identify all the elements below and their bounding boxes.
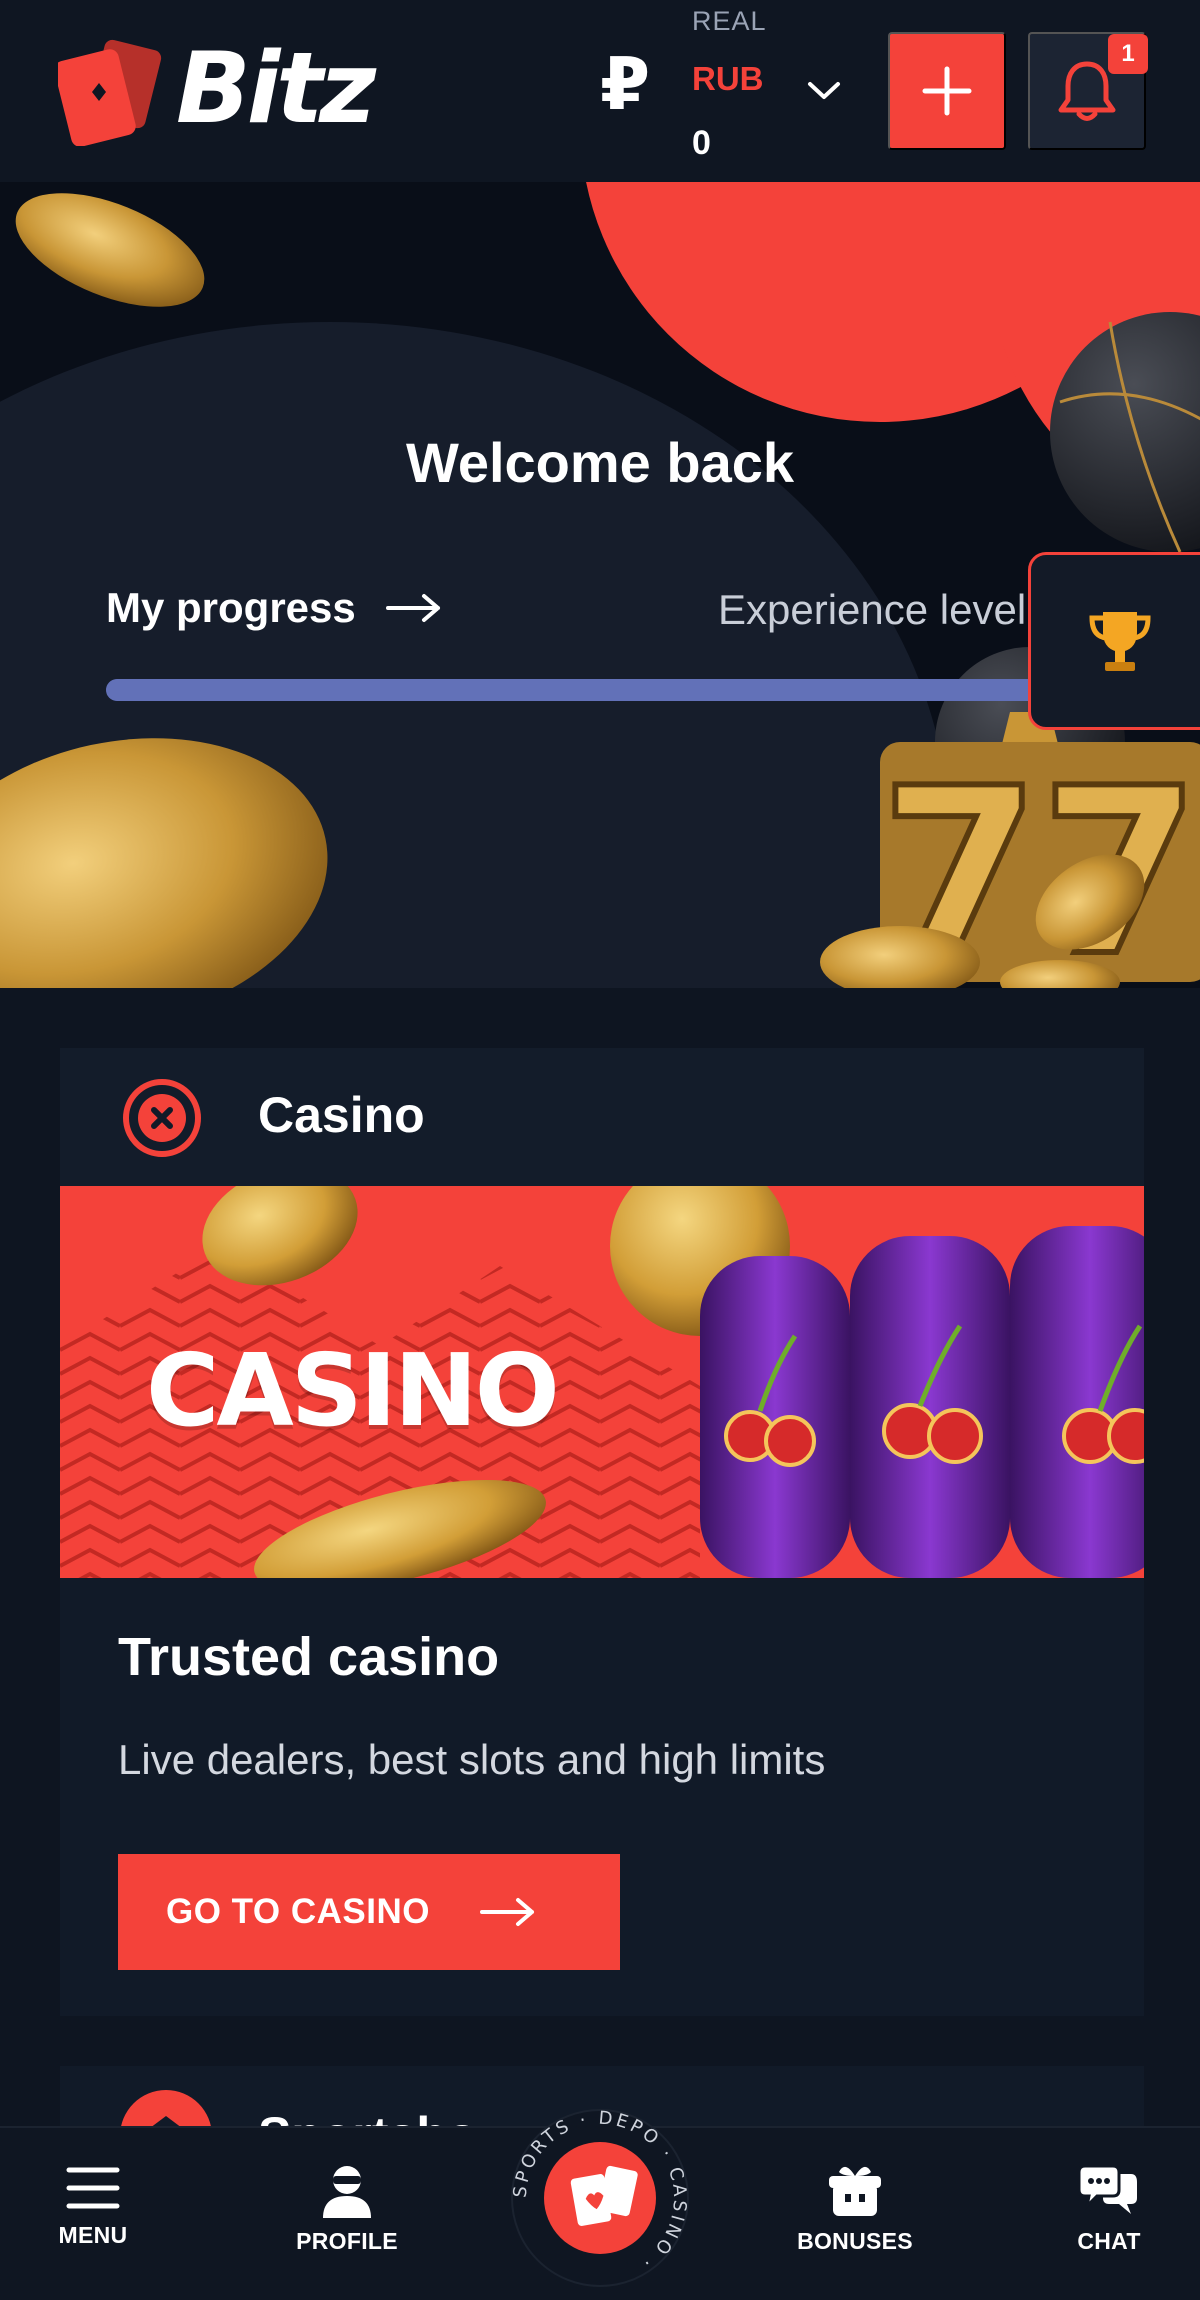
casino-card-description: Live dealers, best slots and high limits [118,1736,826,1783]
plus-icon [922,66,972,116]
casino-banner-word: CASINO [146,1332,560,1449]
nav-bonuses-label: BONUSES [797,2228,913,2254]
go-to-casino-button[interactable]: GO TO CASINO [118,1854,620,1970]
chat-icon [1079,2164,1137,2214]
logo-wordmark: Bitz [176,32,376,146]
deposit-button[interactable] [888,32,1006,150]
my-progress-label: My progress [106,584,356,631]
my-progress-link[interactable]: My progress [106,584,442,632]
bitz-logo[interactable]: Bitz [54,32,428,147]
progress-bar-fill [106,679,1056,701]
casino-chip-icon [123,1079,201,1157]
top-header: Bitz ₽ REAL RUB 0 1 [0,0,1200,182]
nav-chat-label: CHAT [1077,2228,1141,2254]
nav-profile-label: PROFILE [296,2228,398,2254]
arrow-right-icon [385,594,440,622]
go-to-casino-label: GO TO CASINO [166,1892,430,1931]
gift-icon [829,2166,881,2216]
welcome-hero: 77 Welcome back My progress Experience l… [0,182,1200,988]
trophy-icon [1089,612,1151,671]
notification-badge: 1 [1108,34,1148,74]
nav-bonuses[interactable]: BONUSES [770,2164,940,2284]
nav-menu[interactable]: MENU [8,2164,178,2284]
account-currency[interactable]: RUB [692,60,764,98]
casino-banner[interactable]: CASINO [60,1186,1144,1578]
casino-sports-ring: SPORTS · DEPO · CASINO · [510,2108,689,2287]
casino-card: Casino CASINO Trusted casino Live dealer… [60,1048,1144,2016]
currency-ruble-icon[interactable]: ₽ [600,48,650,120]
nav-menu-label: MENU [58,2222,128,2248]
progress-bar [106,679,1056,701]
nav-profile[interactable]: PROFILE [262,2164,432,2284]
account-mode-label: REAL [692,6,767,36]
casino-card-title: Casino [258,1087,425,1143]
casino-card-heading: Trusted casino [118,1627,500,1687]
bottom-navigation: MENU PROFILE SPORTS · DEPO · CASINO · BO… [0,2108,1200,2300]
nav-casino-sports-switch[interactable]: SPORTS · DEPO · CASINO · [508,2106,692,2290]
nav-chat[interactable]: CHAT [1024,2164,1194,2284]
chevron-down-icon[interactable] [804,70,844,110]
arrow-right-icon [480,1898,534,1926]
welcome-title: Welcome back [405,431,795,494]
casino-card-header: Casino [60,1048,1144,1186]
profile-icon [323,2166,371,2218]
notifications-button[interactable]: 1 [1028,32,1148,150]
achievements-tab[interactable] [1028,552,1200,730]
experience-level-label: Experience level [718,586,1027,633]
account-balance: 0 [692,124,711,162]
logo-cards-icon [54,39,162,147]
hamburger-icon [66,2167,120,2209]
